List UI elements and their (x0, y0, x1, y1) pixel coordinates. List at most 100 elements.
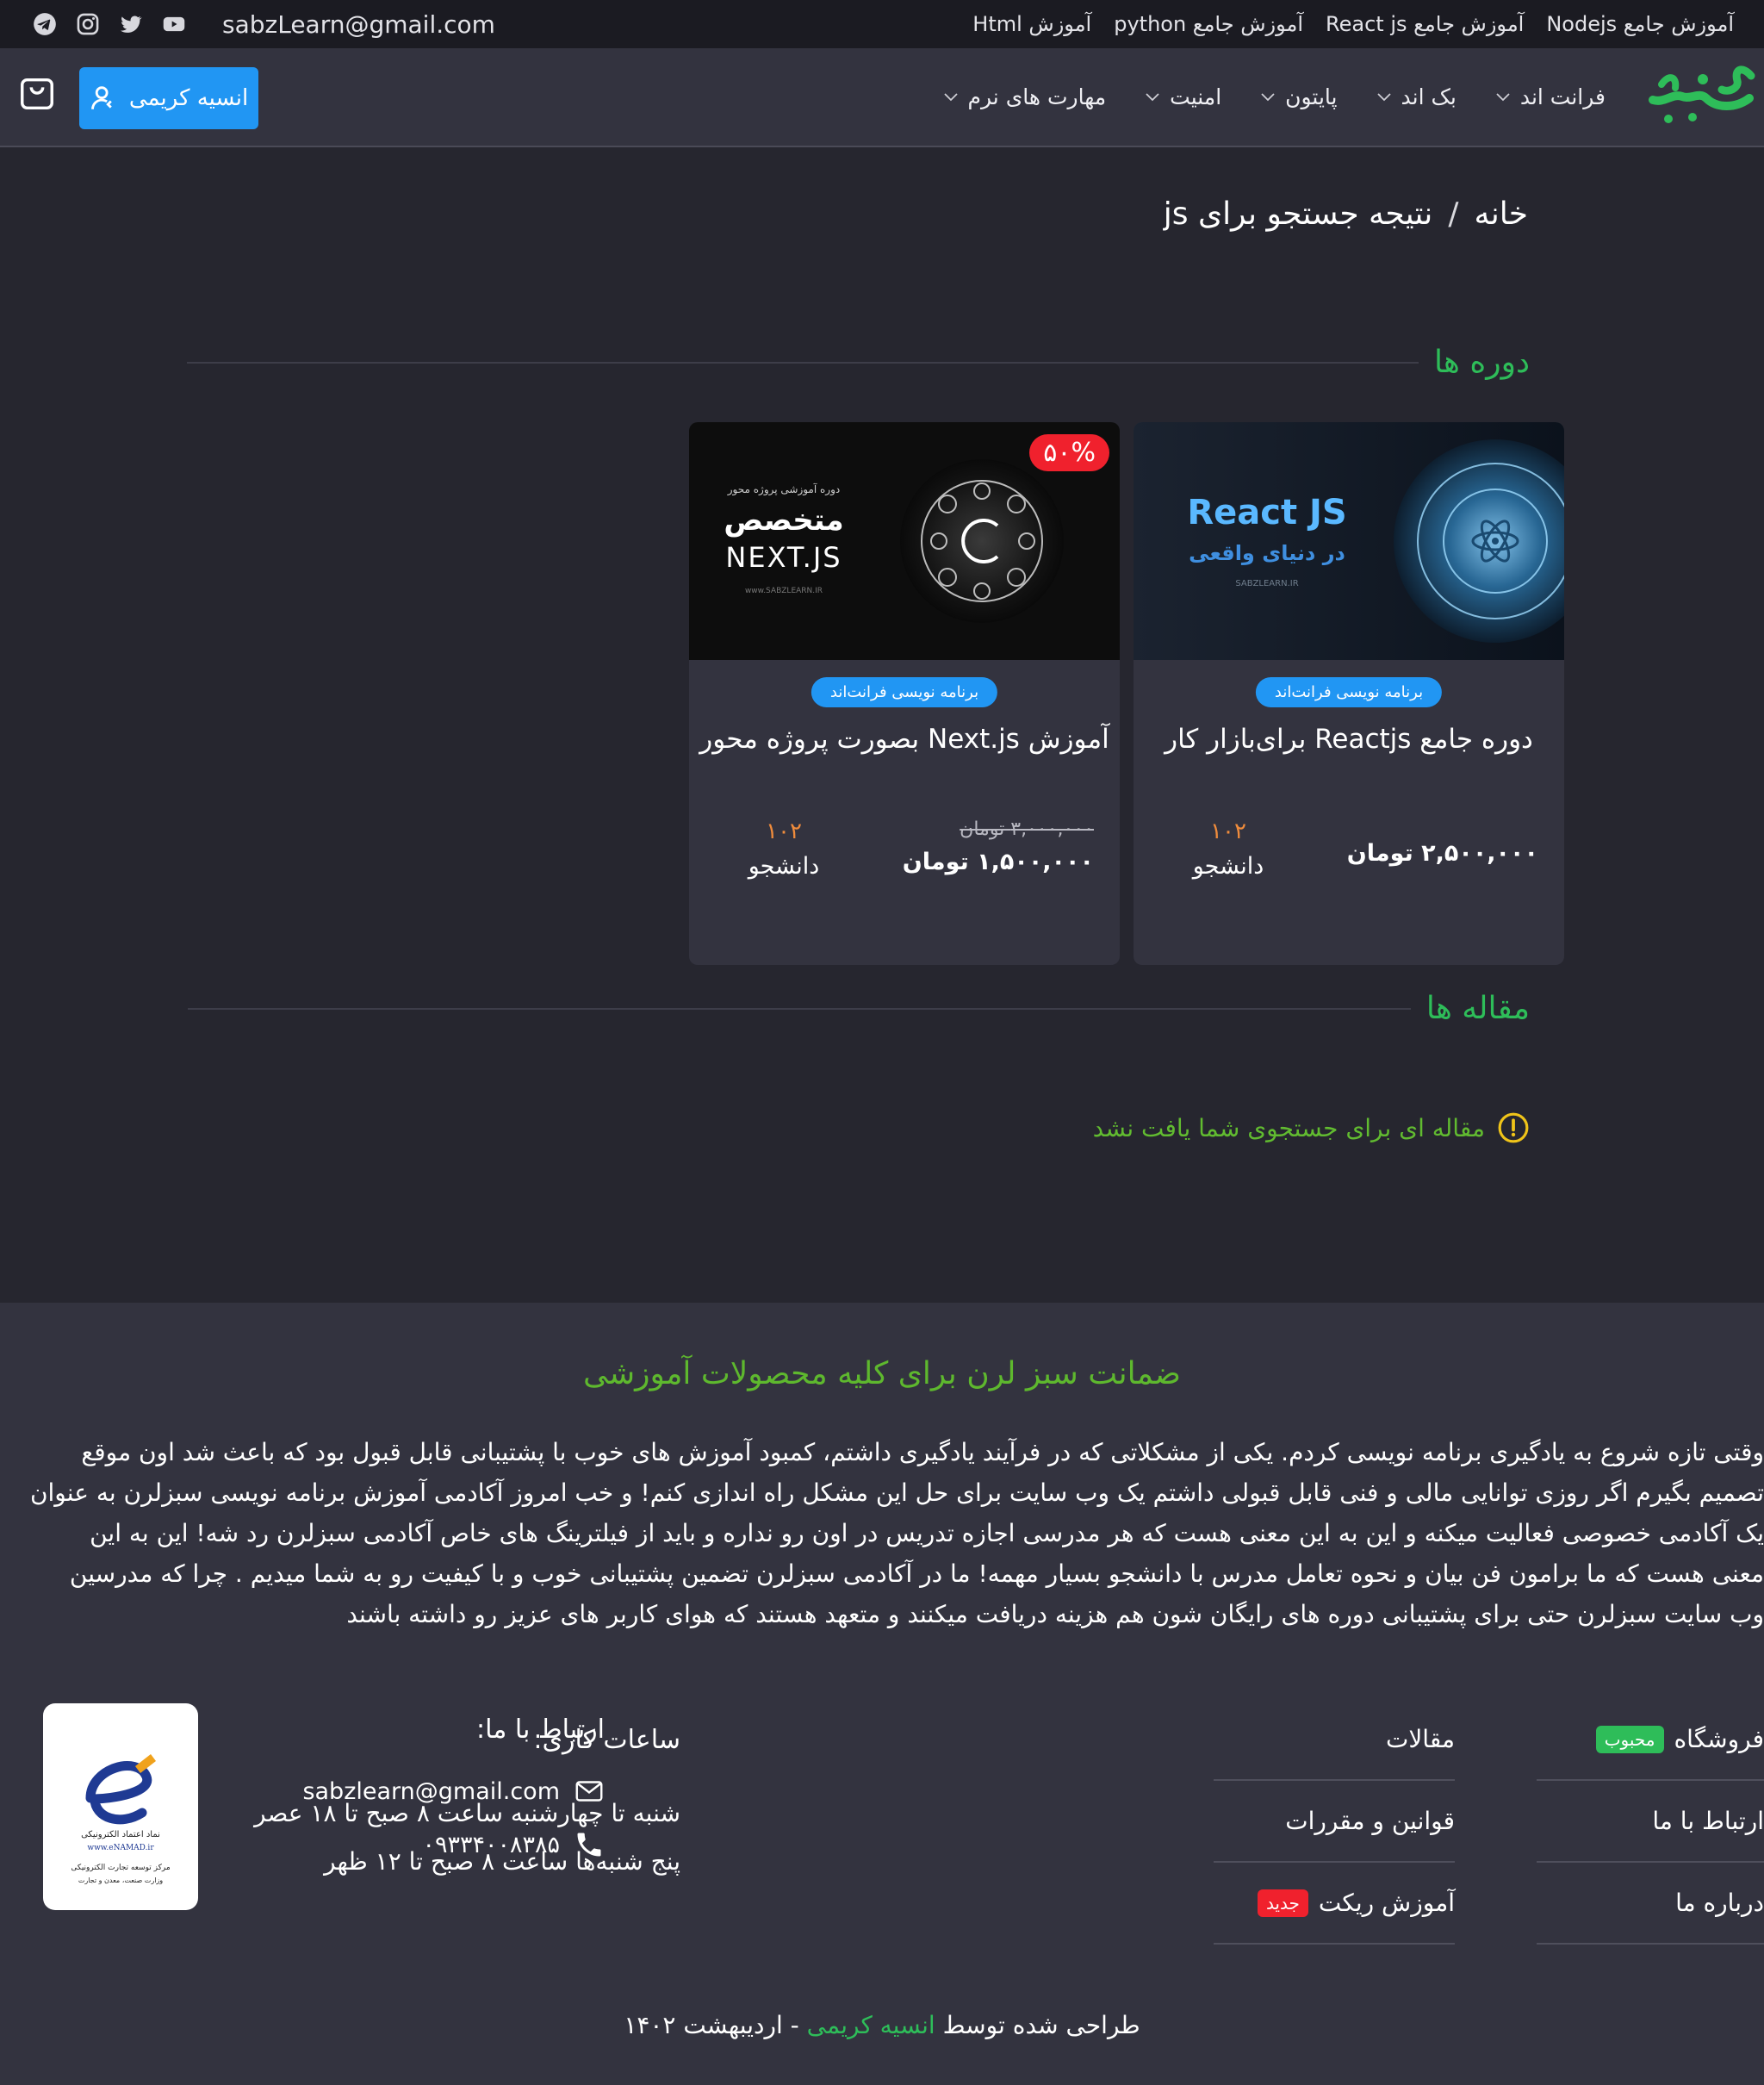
footer-link-react-course[interactable]: آموزش ریکت جدید (1214, 1863, 1455, 1945)
card1-image-heading: React JS (1187, 493, 1346, 532)
footer-link-label: درباره ما (1675, 1889, 1764, 1917)
course-card-nextjs[interactable]: دوره آموزشی پروژه محور متخصص NEXT.JS www… (689, 422, 1120, 965)
course-title[interactable]: آموزش Next.js بصورت پروژه محور (689, 724, 1120, 755)
course-card-react[interactable]: React JS در دنیای واقعی SABZLEARN.IR برن… (1134, 422, 1564, 965)
course-image-nextjs[interactable]: دوره آموزشی پروژه محور متخصص NEXT.JS www… (689, 422, 1120, 660)
mail-icon (575, 1781, 603, 1802)
nav-soft-skills[interactable]: مهارت های نرم (942, 84, 1107, 109)
top-bar: آموزش جامع Nodejs آموزش جامع React js آم… (0, 0, 1764, 48)
breadcrumb: خانه / نتیجه جستجو برای js (1164, 196, 1528, 232)
card1-image-subheading: در دنیای واقعی (1189, 541, 1345, 565)
nav-backend[interactable]: بک اند (1376, 84, 1457, 109)
students-label: دانشجو (1192, 853, 1264, 880)
contact-email[interactable]: sabzlearn@gmail.com (302, 1778, 560, 1805)
twitter-icon[interactable] (119, 12, 143, 36)
footer-link-articles[interactable]: مقالات (1214, 1699, 1455, 1781)
articles-section-title: مقاله ها (1425, 991, 1530, 1026)
footer-contact: ارتباط با ما: sabzlearn@gmail.com ۰۹۳۳۴۰… (302, 1715, 605, 1883)
price-value: ۱,۵۰۰,۰۰۰ (977, 849, 1094, 875)
footer-link-label: مقالات (1385, 1725, 1455, 1753)
phone-icon (577, 1833, 601, 1857)
site-logo[interactable] (1643, 59, 1759, 131)
cart-button[interactable] (17, 74, 57, 114)
enamad-text-1: نماد اعتماد الکترونیکی (81, 1830, 160, 1839)
guarantee-title: ضمانت سبز لرن برای کلیه محصولات آموزشی (582, 1356, 1182, 1391)
main-header: فرانت اند بک اند پایتون امنیت مهارت های … (0, 48, 1764, 147)
footer-link-rules[interactable]: قوانین و مقررات (1214, 1781, 1455, 1863)
breadcrumb-home[interactable]: خانه (1474, 196, 1528, 232)
empty-message-text: مقاله ای برای جستجوی شما یافت نشد (1092, 1113, 1485, 1142)
top-email[interactable]: sabzLearn@gmail.com (222, 10, 495, 39)
main-nav: فرانت اند بک اند پایتون امنیت مهارت های … (942, 48, 1606, 145)
course-category-badge[interactable]: برنامه نویسی فرانت‌اند (1255, 677, 1443, 707)
top-contact: sabzLearn@gmail.com (33, 10, 495, 39)
credit-suffix: - اردیبهشت ۱۴۰۲ (624, 2011, 799, 2039)
courses-section-title: دوره ها (1433, 345, 1530, 380)
footer-link-about[interactable]: درباره ما (1537, 1863, 1764, 1945)
credit-designer-name[interactable]: انسیه کریمی (807, 2011, 935, 2039)
contact-phone-row[interactable]: ۰۹۳۳۴۰۰۸۳۸۵ (302, 1829, 605, 1860)
guarantee-line: معنی هست که ما برامون فن بیان و نحوه تعا… (69, 1559, 1764, 1588)
top-link-nodejs[interactable]: آموزش جامع Nodejs (1546, 12, 1734, 36)
card2-image-heading: متخصص (724, 503, 843, 538)
footer-links-col1: فروشگاه محبوب ارتباط با ما درباره ما (1537, 1699, 1764, 1945)
course-category-badge[interactable]: برنامه نویسی فرانت‌اند (811, 677, 998, 707)
top-link-python[interactable]: آموزش جامع python (1114, 12, 1303, 36)
credit-prefix: طراحی شده توسط (942, 2011, 1140, 2039)
course-current-price: ۲,۵۰۰,۰۰۰ تومان (1347, 840, 1538, 867)
course-old-price: ۳,۰۰۰,۰۰۰ تومان (960, 818, 1094, 840)
user-account-button[interactable]: انسیه کریمی (79, 67, 258, 129)
nav-security[interactable]: امنیت (1144, 84, 1221, 109)
contact-phone[interactable]: ۰۹۳۳۴۰۰۸۳۸۵ (422, 1832, 560, 1858)
chevron-down-icon (1146, 93, 1159, 102)
instagram-icon[interactable] (76, 12, 100, 36)
top-course-links: آموزش جامع Nodejs آموزش جامع React js آم… (972, 12, 1734, 36)
course-image-react[interactable]: React JS در دنیای واقعی SABZLEARN.IR (1134, 422, 1564, 660)
guarantee-line: یک آکادمی خصوصی فعالیت میکنه و این به ای… (90, 1519, 1764, 1547)
enamad-trust-badge[interactable]: نماد اعتماد الکترونیکی www.eNAMAD.ir مرک… (43, 1703, 198, 1910)
discount-badge: ۵۰% (1029, 434, 1109, 471)
nav-frontend[interactable]: فرانت اند (1494, 84, 1606, 109)
nav-security-label: امنیت (1170, 84, 1222, 109)
chevron-down-icon (1261, 93, 1275, 102)
footer-link-contact[interactable]: ارتباط با ما (1537, 1781, 1764, 1863)
guarantee-line: وقتی تازه شروع به یادگیری برنامه نویسی ک… (81, 1438, 1764, 1466)
telegram-icon[interactable] (33, 12, 57, 36)
card2-image-kicker: دوره آموزشی پروژه محور (727, 482, 840, 496)
top-link-html[interactable]: آموزش Html (972, 12, 1091, 36)
footer-link-shop[interactable]: فروشگاه محبوب (1537, 1699, 1764, 1781)
guarantee-line: وب سایت سبزلرن حتی برای پشتیبانی دوره ها… (346, 1600, 1764, 1628)
guarantee-text: وقتی تازه شروع به یادگیری برنامه نویسی ک… (0, 1432, 1764, 1634)
contact-email-row[interactable]: sabzlearn@gmail.com (302, 1776, 605, 1807)
course-students: ۱۰۲ دانشجو (1177, 818, 1280, 880)
shopping-bag-icon (21, 78, 53, 110)
nav-soft-skills-label: مهارت های نرم (967, 84, 1107, 109)
enamad-text-2: www.eNAMAD.ir (87, 1844, 154, 1852)
top-link-react[interactable]: آموزش جامع React js (1326, 12, 1524, 36)
students-label: دانشجو (748, 853, 820, 880)
footer-link-label: آموزش ریکت (1318, 1889, 1455, 1917)
chevron-down-icon (1376, 93, 1391, 102)
section-divider (186, 361, 1419, 364)
course-current-price: ۱,۵۰۰,۰۰۰ تومان (903, 849, 1094, 875)
footer-credit: طراحی شده توسط انسیه کریمی - اردیبهشت ۱۴… (0, 2011, 1764, 2039)
user-name: انسیه کریمی (128, 85, 249, 111)
price-value: ۲,۵۰۰,۰۰۰ (1421, 840, 1538, 867)
chevron-down-icon (943, 93, 958, 102)
course-students: ۱۰۲ دانشجو (732, 818, 835, 880)
course-title[interactable]: دوره جامع Reactjs برای‌بازار کار (1134, 724, 1564, 755)
footer-link-label: فروشگاه (1674, 1725, 1764, 1753)
nav-frontend-label: فرانت اند (1519, 84, 1606, 109)
footer: ضمانت سبز لرن برای کلیه محصولات آموزشی و… (0, 1303, 1764, 2085)
youtube-icon[interactable] (162, 12, 186, 36)
footer-link-label: ارتباط با ما (1652, 1807, 1764, 1835)
course-price: ۳,۰۰۰,۰۰۰ تومان ۱,۵۰۰,۰۰۰ تومان (903, 818, 1094, 875)
breadcrumb-separator: / (1448, 196, 1459, 232)
card1-image-site: SABZLEARN.IR (1235, 579, 1298, 588)
course-price: ۲,۵۰۰,۰۰۰ تومان (1347, 840, 1538, 867)
enamad-text-3: مرکز توسعه تجارت الکترونیکی (71, 1864, 170, 1872)
price-currency: تومان (902, 849, 969, 875)
students-count: ۱۰۲ (766, 818, 802, 844)
card2-image-site: www.SABZLEARN.IR (745, 587, 823, 595)
nav-python[interactable]: پایتون (1259, 84, 1338, 109)
